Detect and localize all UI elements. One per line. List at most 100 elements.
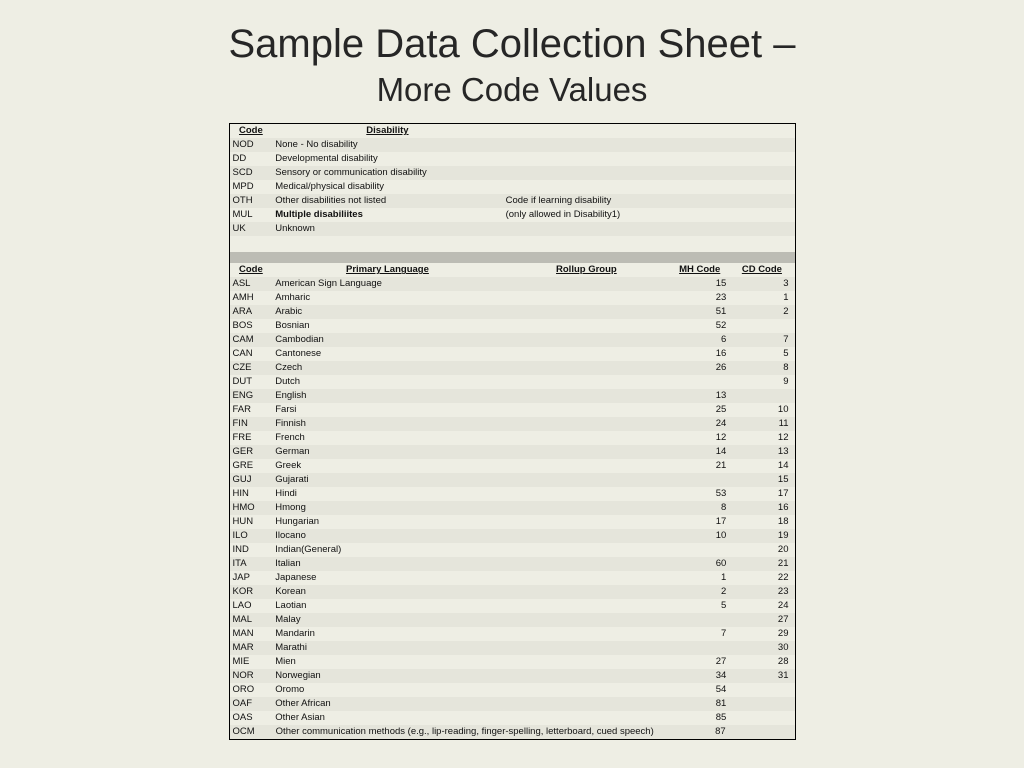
col-header-code: Code xyxy=(230,265,273,275)
cell-cd: 17 xyxy=(732,489,794,499)
cell-label: Multiple disabiliites xyxy=(272,210,502,220)
cell-code: FRE xyxy=(230,433,273,443)
col-header-code: Code xyxy=(230,126,273,136)
cell-cd: 29 xyxy=(732,629,794,639)
table-row: DUTDutch9 xyxy=(230,375,795,389)
table-row: OAFOther African81 xyxy=(230,697,795,711)
cell-cd: 9 xyxy=(732,377,794,387)
code-sheet: Code Disability NODNone - No disabilityD… xyxy=(229,123,796,740)
table-row: AMHAmharic231 xyxy=(230,291,795,305)
language-header-row: Code Primary Language Rollup Group MH Co… xyxy=(230,263,795,277)
cell-code: SCD xyxy=(230,168,273,178)
cell-label: Amharic xyxy=(272,293,502,303)
cell-label: Sensory or communication disability xyxy=(272,168,502,178)
table-row: OROOromo54 xyxy=(230,683,795,697)
cell-label: Gujarati xyxy=(272,475,502,485)
cell-code: AMH xyxy=(230,293,273,303)
cell-cd: 21 xyxy=(732,559,794,569)
cell-code: CZE xyxy=(230,363,273,373)
cell-mh: 15 xyxy=(670,279,732,289)
table-row: HINHindi5317 xyxy=(230,487,795,501)
table-row: DDDevelopmental disability xyxy=(230,152,795,166)
table-row: FARFarsi2510 xyxy=(230,403,795,417)
cell-code: MAR xyxy=(230,643,273,653)
cell-label: Cambodian xyxy=(272,335,502,345)
col-header-rollup: Rollup Group xyxy=(503,265,671,275)
cell-code: ITA xyxy=(230,559,273,569)
table-row: CANCantonese165 xyxy=(230,347,795,361)
cell-mh: 16 xyxy=(670,349,732,359)
cell-cd: 27 xyxy=(732,615,794,625)
table-row: GERGerman1413 xyxy=(230,445,795,459)
table-row: INDIndian(General)20 xyxy=(230,543,795,557)
cell-label: Mien xyxy=(272,657,502,667)
table-row: MULMultiple disabiliites(only allowed in… xyxy=(230,208,795,222)
title-line-1: Sample Data Collection Sheet – xyxy=(0,22,1024,67)
section-gap xyxy=(230,236,795,252)
cell-label: Korean xyxy=(272,587,502,597)
col-header-mh: MH Code xyxy=(670,265,732,275)
cell-label: Medical/physical disability xyxy=(272,182,502,192)
cell-code: KOR xyxy=(230,587,273,597)
cell-label: Cantonese xyxy=(272,349,502,359)
cell-code: MUL xyxy=(230,210,273,220)
cell-cd: 14 xyxy=(732,461,794,471)
cell-code: OTH xyxy=(230,196,273,206)
cell-cd: 16 xyxy=(732,503,794,513)
cell-code: GER xyxy=(230,447,273,457)
cell-note: (only allowed in Disability1) xyxy=(503,210,671,220)
cell-label: Farsi xyxy=(272,405,502,415)
cell-mh: 23 xyxy=(670,293,732,303)
cell-mh: 10 xyxy=(670,531,732,541)
cell-label: Ilocano xyxy=(272,531,502,541)
table-row: MANMandarin729 xyxy=(230,627,795,641)
cell-code: ORO xyxy=(230,685,273,695)
cell-mh: 53 xyxy=(670,489,732,499)
cell-code: IND xyxy=(230,545,273,555)
cell-label: Other Asian xyxy=(272,713,502,723)
cell-label: Norwegian xyxy=(272,671,502,681)
cell-cd: 2 xyxy=(732,307,794,317)
cell-cd: 15 xyxy=(732,475,794,485)
cell-code: ILO xyxy=(230,531,273,541)
table-row: CAMCambodian67 xyxy=(230,333,795,347)
cell-code: FAR xyxy=(230,405,273,415)
cell-code: JAP xyxy=(230,573,273,583)
cell-label: Malay xyxy=(272,615,502,625)
cell-code: NOR xyxy=(230,671,273,681)
cell-mh: 24 xyxy=(670,419,732,429)
table-row: SCDSensory or communication disability xyxy=(230,166,795,180)
cell-code: DD xyxy=(230,154,273,164)
cell-mh: 8 xyxy=(670,503,732,513)
cell-label: Bosnian xyxy=(272,321,502,331)
cell-mh: 81 xyxy=(670,699,732,709)
cell-cd: 19 xyxy=(732,531,794,541)
cell-label: Laotian xyxy=(272,601,502,611)
table-row: ITAItalian6021 xyxy=(230,557,795,571)
cell-label: Japanese xyxy=(272,573,502,583)
disability-header-row: Code Disability xyxy=(230,124,795,138)
cell-code: ASL xyxy=(230,279,273,289)
cell-cd: 22 xyxy=(732,573,794,583)
cell-mh: 1 xyxy=(670,573,732,583)
table-row: ASLAmerican Sign Language153 xyxy=(230,277,795,291)
cell-cd: 20 xyxy=(732,545,794,555)
cell-mh: 21 xyxy=(670,461,732,471)
cell-cd: 7 xyxy=(732,335,794,345)
cell-mh: 6 xyxy=(670,335,732,345)
cell-label: Mandarin xyxy=(272,629,502,639)
cell-code: FIN xyxy=(230,419,273,429)
cell-label: Hmong xyxy=(272,503,502,513)
table-row: GREGreek2114 xyxy=(230,459,795,473)
cell-mh: 5 xyxy=(670,601,732,611)
cell-cd: 13 xyxy=(732,447,794,457)
cell-code: MAN xyxy=(230,629,273,639)
table-row: NORNorwegian3431 xyxy=(230,669,795,683)
table-row: HUNHungarian1718 xyxy=(230,515,795,529)
table-row: OCMOther communication methods (e.g., li… xyxy=(230,725,795,739)
cell-mh: 26 xyxy=(670,363,732,373)
cell-code: DUT xyxy=(230,377,273,387)
cell-label: None - No disability xyxy=(272,140,502,150)
slide-title: Sample Data Collection Sheet – More Code… xyxy=(0,0,1024,109)
table-row: FREFrench1212 xyxy=(230,431,795,445)
